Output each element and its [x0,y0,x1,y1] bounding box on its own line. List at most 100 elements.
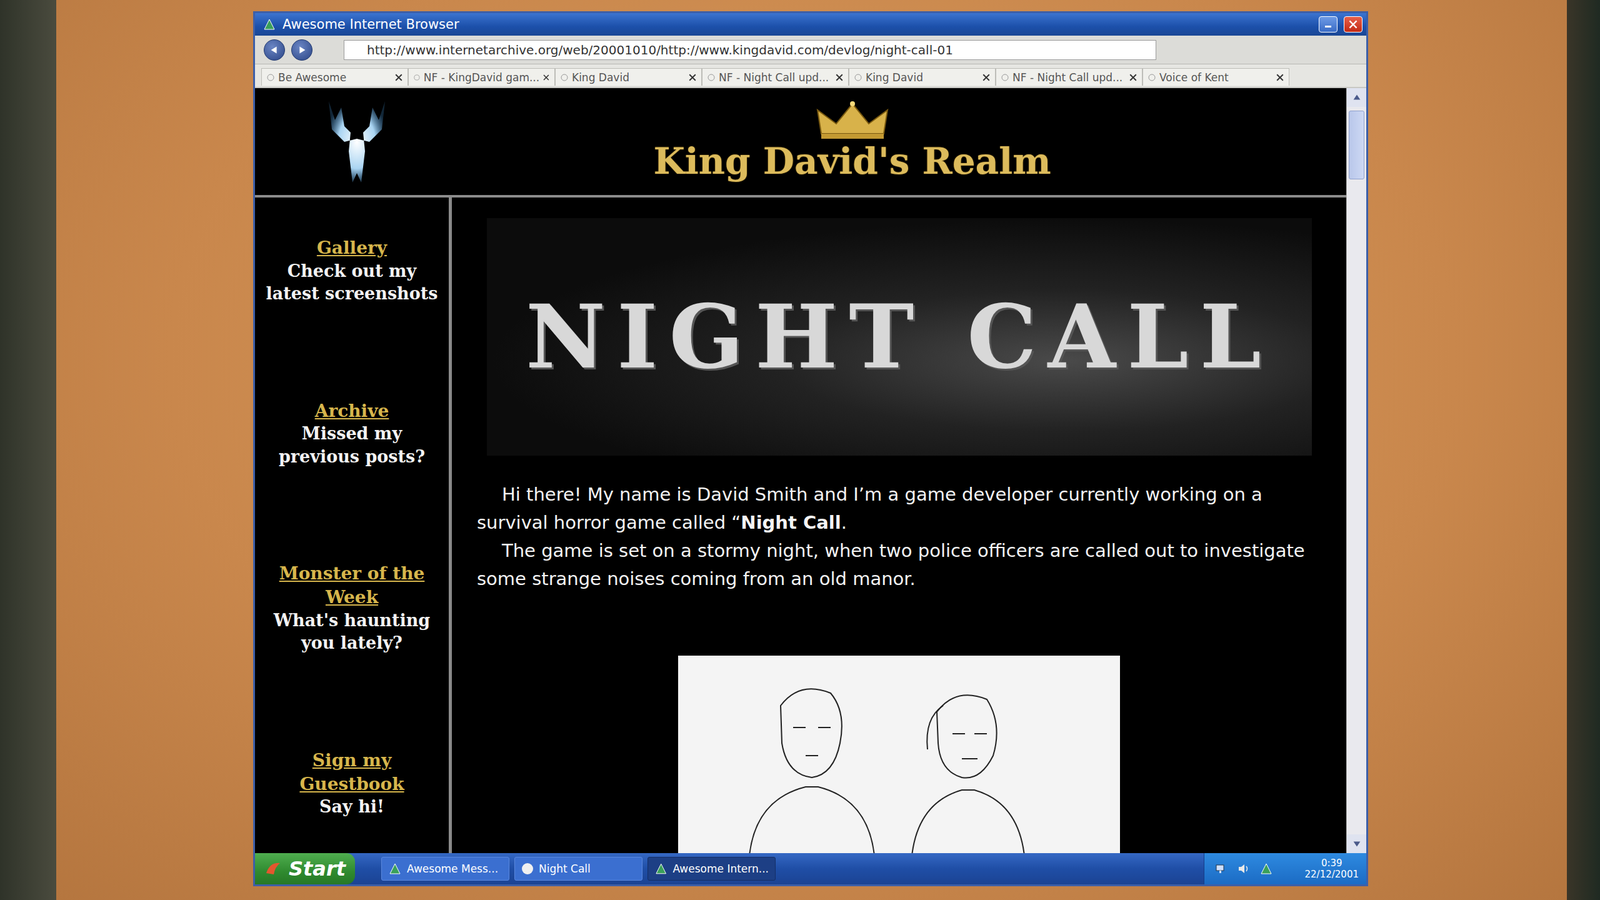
browser-tab[interactable]: Voice of Kent [1142,68,1290,86]
scrollbar[interactable] [1346,88,1367,854]
task-label: Awesome Intern... [672,862,769,875]
tab-label: King David [571,71,685,84]
sidebar-link[interactable]: Gallery [316,236,387,260]
browser-tab[interactable]: King David [555,68,702,86]
tab-label: Be Awesome [278,71,392,84]
start-logo-icon [263,859,283,879]
tab-close-icon [688,73,697,82]
browser-title-bar: Awesome Internet Browser [255,13,1367,36]
close-button[interactable] [1343,16,1363,33]
tab-bar: Be Awesome NF - KingDavid gam... King Davi… [255,64,1367,89]
browser-tab[interactable]: NF - KingDavid gam... [408,68,555,86]
url-field[interactable]: http://www.internetarchive.org/web/20001… [343,40,1157,60]
tab-close-icon [1276,73,1284,82]
browser-tab[interactable]: King David [848,68,996,86]
sidebar-link[interactable]: Sign my Guestbook [261,748,443,797]
scroll-down-button[interactable] [1346,834,1367,854]
page-body: King David's Realm GalleryCheck out my la… [255,88,1347,854]
tab-favicon-icon [1001,73,1009,82]
system-tray: 0:3922/12/2001 [1203,853,1367,885]
taskbar: Start Awesome Mess... Night Call Awesome In… [255,853,1367,885]
tab-favicon-icon [1148,73,1156,82]
tab-close-icon [543,73,550,82]
close-icon [1348,20,1358,29]
tab-close-icon [982,73,990,82]
sidebar-item: Sign my GuestbookSay hi! [261,748,443,819]
browser-tab[interactable]: NF - Night Call upd... [995,68,1143,86]
scroll-up-button[interactable] [1346,88,1367,107]
post-paragraph: Hi there! My name is David Smith and I’m… [476,480,1322,537]
clock-date: 22/12/2001 [1305,868,1359,880]
site-title: King David's Realm [653,140,1051,183]
sidebar-link[interactable]: Archive [315,399,390,424]
app-circle-icon [521,862,534,875]
crown-icon [815,101,890,140]
character-sketch [678,655,1120,854]
sidebar-caption: What's haunting you lately? [261,609,443,655]
scroll-thumb[interactable] [1348,110,1365,180]
scroll-up-icon [1351,91,1363,104]
room-wall [0,0,57,900]
tab-close-icon [1129,73,1137,82]
app-icon [388,861,402,876]
post-paragraph: The game is set on a stormy night, when … [476,536,1322,594]
sidebar-caption: Missed my previous posts? [261,422,443,469]
tab-label: Voice of Kent [1159,71,1273,84]
clock: 0:3922/12/2001 [1305,857,1359,880]
sidebar-link[interactable]: Monster of the Week [261,561,443,610]
browser-icon [262,17,277,32]
game-banner: NIGHT CALL [486,218,1312,456]
sidebar-item: ArchiveMissed my previous posts? [261,399,443,469]
page-columns: GalleryCheck out my latest screenshots Ar… [255,197,1347,854]
tab-favicon-icon [707,73,715,82]
sidebar-item: GalleryCheck out my latest screenshots [261,236,443,306]
app-icon [654,861,668,876]
site-header: King David's Realm [255,88,1347,198]
forward-button[interactable] [291,39,313,61]
web-page: King David's Realm GalleryCheck out my la… [255,88,1367,854]
browser-tab[interactable]: NF - Night Call upd... [701,68,849,86]
tab-close-icon [835,73,844,82]
site-logo [255,95,452,189]
banner-title: NIGHT CALL [525,285,1273,389]
clock-time: 0:39 [1321,857,1343,869]
minimize-icon [1323,20,1333,29]
back-button[interactable] [263,39,285,61]
tab-favicon-icon [560,73,569,82]
scroll-down-icon [1351,838,1363,850]
tab-label: NF - KingDavid gam... [423,71,540,84]
scroll-track [1346,106,1367,835]
tab-favicon-icon [266,73,275,82]
ghost-logo-icon [316,95,398,189]
tab-favicon-icon [413,73,420,82]
forward-arrow-icon [296,44,308,56]
tab-close-icon [395,73,403,82]
volume-icon [1236,861,1251,876]
character-sketch-icon [711,668,1087,854]
tab-label: NF - Night Call upd... [718,71,832,84]
room-shelf [1566,0,1600,900]
network-icon [1214,861,1229,876]
back-arrow-icon [268,44,280,56]
browser-tab[interactable]: Be Awesome [261,68,409,86]
main-content: NIGHT CALL Hi there! My name is David Smi… [451,197,1347,854]
sidebar-item: Monster of the WeekWhat's haunting you l… [261,561,443,655]
sidebar: GalleryCheck out my latest screenshots Ar… [255,197,452,854]
taskbar-task[interactable]: Awesome Mess... [381,856,510,881]
game-scene: Awesome Internet Browser http://www.inter… [0,0,1600,900]
monitor-bezel: Awesome Internet Browser http://www.inter… [56,0,1567,900]
taskbar-task[interactable]: Awesome Intern... [647,856,776,881]
start-button[interactable]: Start [255,853,355,885]
minimize-button[interactable] [1318,16,1338,33]
tab-label: NF - Night Call upd... [1012,71,1126,84]
window-title: Awesome Internet Browser [282,16,1313,32]
monitor-screen: Awesome Internet Browser http://www.inter… [253,11,1369,887]
tab-favicon-icon [854,73,862,82]
messenger-tray-icon [1259,861,1274,876]
sidebar-caption: Check out my latest screenshots [261,260,443,306]
site-title-block: King David's Realm [451,101,1347,183]
task-label: Night Call [538,862,591,875]
task-label: Awesome Mess... [406,862,499,875]
address-row: http://www.internetarchive.org/web/20001… [255,35,1367,65]
taskbar-task[interactable]: Night Call [514,856,643,881]
